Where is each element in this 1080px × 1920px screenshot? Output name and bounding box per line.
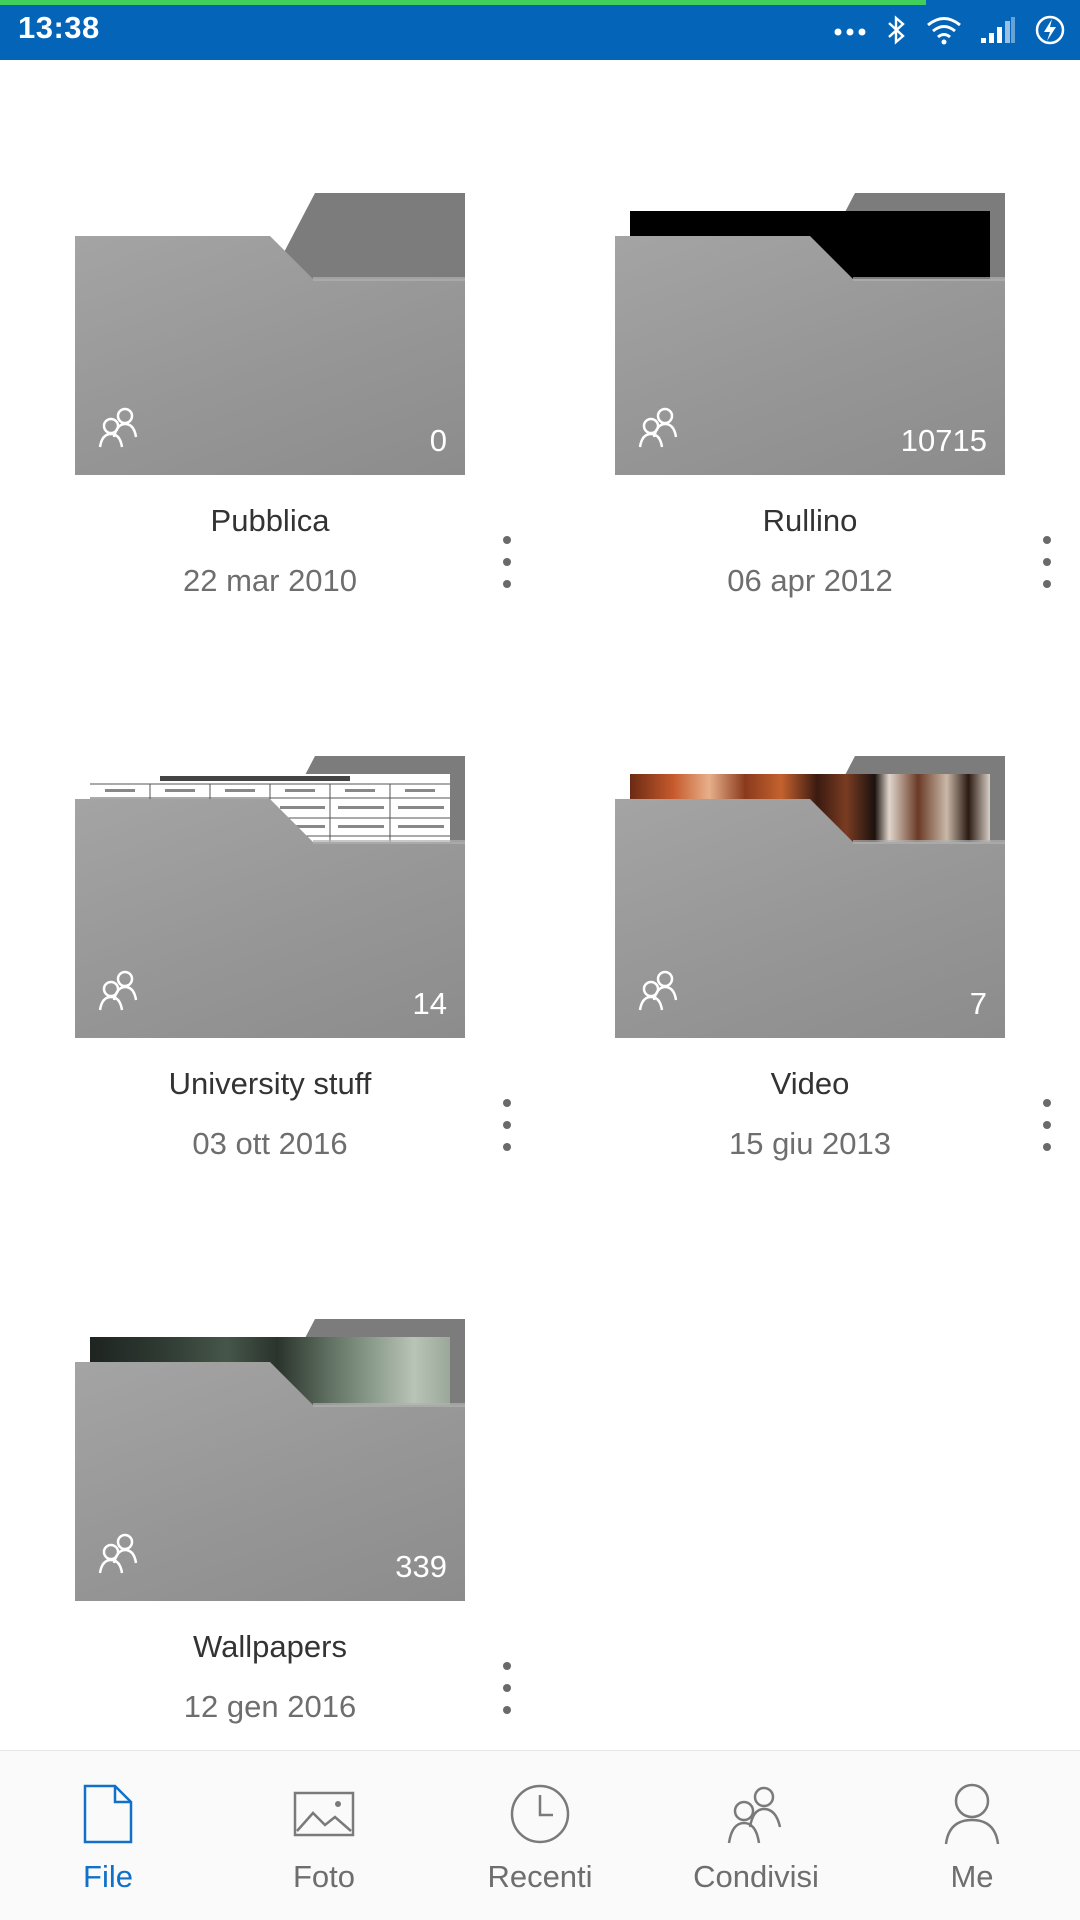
folder-tile[interactable]: 7 Video 15 giu 2013 — [540, 623, 1080, 1183]
item-count: 7 — [969, 986, 987, 1021]
more-options-button[interactable] — [1030, 530, 1064, 594]
folder-name[interactable]: Video — [540, 1066, 1080, 1102]
folder-date: 06 apr 2012 — [727, 563, 893, 598]
shared-people-icon — [98, 970, 138, 1011]
loading-progress-line — [0, 0, 926, 5]
wifi-icon — [927, 17, 961, 45]
nav-item-condivisi[interactable]: Condivisi — [648, 1751, 864, 1920]
status-bar: 13:38 — [0, 0, 1080, 60]
folder-date: 22 mar 2010 — [182, 563, 358, 598]
folder-graphic[interactable]: 14 — [75, 756, 465, 1038]
folder-date: 15 giu 2013 — [728, 1126, 892, 1161]
nav-label: Foto — [292, 1859, 356, 1894]
folder-name[interactable]: Wallpapers — [0, 1629, 540, 1665]
bottom-navigation: File Foto Recenti Condivisi Me — [0, 1750, 1080, 1920]
nav-label: File — [83, 1859, 133, 1894]
bluetooth-icon — [888, 15, 905, 45]
folder-date: 03 ott 2016 — [192, 1126, 348, 1161]
shared-people-icon — [638, 407, 678, 448]
folder-date: 12 gen 2016 — [183, 1689, 357, 1724]
shared-people-icon — [727, 1786, 782, 1844]
photo-icon — [293, 1791, 355, 1837]
file-icon — [83, 1784, 133, 1844]
nav-label: Me — [950, 1859, 994, 1894]
battery-charging-icon — [1035, 15, 1065, 45]
more-options-button[interactable] — [490, 530, 524, 594]
person-icon — [944, 1783, 1000, 1845]
item-count: 10715 — [900, 423, 987, 458]
shared-people-icon — [638, 970, 678, 1011]
item-count: 14 — [412, 986, 447, 1021]
folder-tile[interactable]: 10715 Rullino 06 apr 2012 — [540, 60, 1080, 620]
nav-item-foto[interactable]: Foto — [216, 1751, 432, 1920]
more-dots-icon — [834, 28, 866, 36]
more-options-button[interactable] — [1030, 1093, 1064, 1157]
folder-graphic[interactable]: 0 — [75, 193, 465, 475]
folder-name[interactable]: Rullino — [540, 503, 1080, 539]
folder-tile[interactable]: 339 Wallpapers 12 gen 2016 — [0, 1186, 540, 1746]
more-options-button[interactable] — [490, 1093, 524, 1157]
folder-tile[interactable]: 14 University stuff 03 ott 2016 — [0, 623, 540, 1183]
status-icons — [834, 10, 1066, 50]
nav-item-recenti[interactable]: Recenti — [432, 1751, 648, 1920]
status-time: 13:38 — [18, 10, 100, 45]
nav-label: Recenti — [487, 1859, 593, 1894]
folder-name[interactable]: University stuff — [0, 1066, 540, 1102]
folder-tile[interactable]: 0 Pubblica 22 mar 2010 — [0, 60, 540, 620]
shared-people-icon — [98, 1533, 138, 1574]
folder-name[interactable]: Pubblica — [0, 503, 540, 539]
item-count: 339 — [395, 1549, 447, 1584]
signal-icon — [981, 17, 1015, 43]
shared-people-icon — [98, 407, 138, 448]
file-grid: 0 Pubblica 22 mar 2010 10715 Rullino 06 … — [0, 60, 1080, 1750]
clock-icon — [510, 1784, 570, 1844]
folder-graphic[interactable]: 10715 — [615, 193, 1005, 475]
item-count: 0 — [429, 423, 447, 458]
nav-item-me[interactable]: Me — [864, 1751, 1080, 1920]
nav-item-file[interactable]: File — [0, 1751, 216, 1920]
folder-graphic[interactable]: 7 — [615, 756, 1005, 1038]
nav-label: Condivisi — [693, 1859, 819, 1894]
more-options-button[interactable] — [490, 1656, 524, 1720]
folder-graphic[interactable]: 339 — [75, 1319, 465, 1601]
